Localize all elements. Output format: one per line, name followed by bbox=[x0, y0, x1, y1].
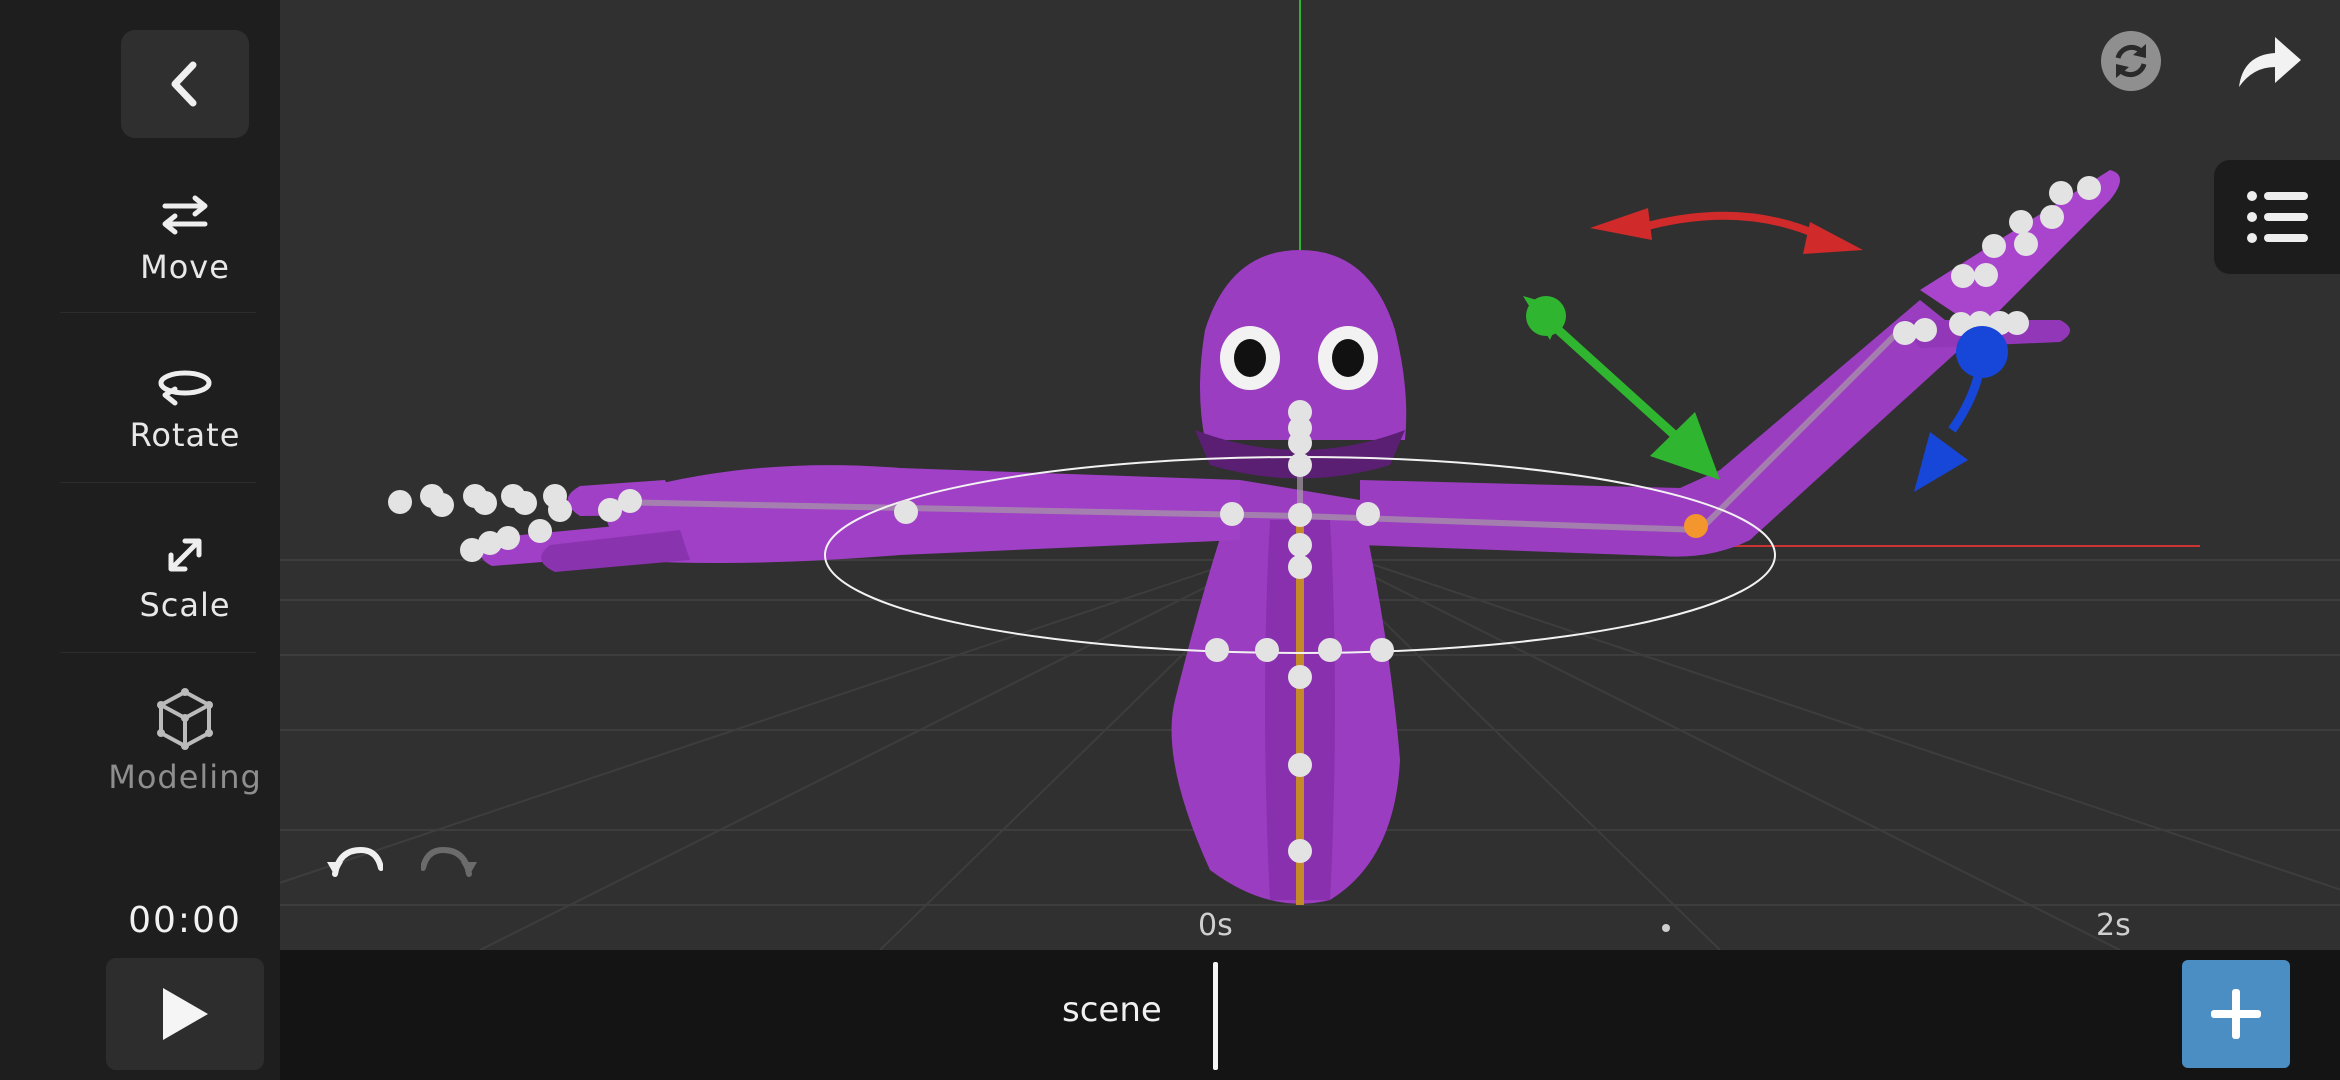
ruler-label-2s: 2s bbox=[2096, 908, 2131, 943]
undo-icon bbox=[327, 846, 383, 877]
playhead[interactable] bbox=[1213, 962, 1218, 1070]
ruler-tick-dot bbox=[1662, 924, 1670, 932]
redo-icon bbox=[421, 846, 477, 877]
redo-button[interactable] bbox=[420, 834, 480, 886]
plus-icon bbox=[2211, 989, 2261, 1039]
play-button[interactable] bbox=[106, 958, 264, 1070]
scene-canvas[interactable] bbox=[280, 0, 2340, 950]
divider bbox=[60, 652, 256, 653]
divider bbox=[60, 312, 256, 313]
play-icon bbox=[163, 988, 208, 1040]
list-icon bbox=[2247, 191, 2308, 243]
ruler-label-0s: 0s bbox=[1198, 908, 1233, 943]
selected-joint bbox=[1684, 514, 1708, 538]
back-button[interactable] bbox=[121, 30, 249, 138]
undo-button[interactable] bbox=[324, 834, 384, 886]
share-button[interactable] bbox=[2234, 30, 2304, 92]
share-arrow-icon bbox=[2239, 37, 2301, 87]
track-label: scene bbox=[1062, 990, 1162, 1030]
3d-viewport[interactable] bbox=[280, 0, 2340, 950]
reset-view-button[interactable] bbox=[2098, 28, 2164, 94]
chevron-left-icon bbox=[171, 61, 197, 107]
outliner-button[interactable] bbox=[2214, 160, 2340, 274]
timeline[interactable]: 0s 2s scene bbox=[280, 908, 2340, 1080]
sync-icon bbox=[2101, 31, 2161, 91]
add-keyframe-button[interactable] bbox=[2182, 960, 2290, 1068]
tool-sidebar: Move Rotate Scale Modeling 00:00 bbox=[0, 0, 280, 1080]
divider bbox=[60, 482, 256, 483]
